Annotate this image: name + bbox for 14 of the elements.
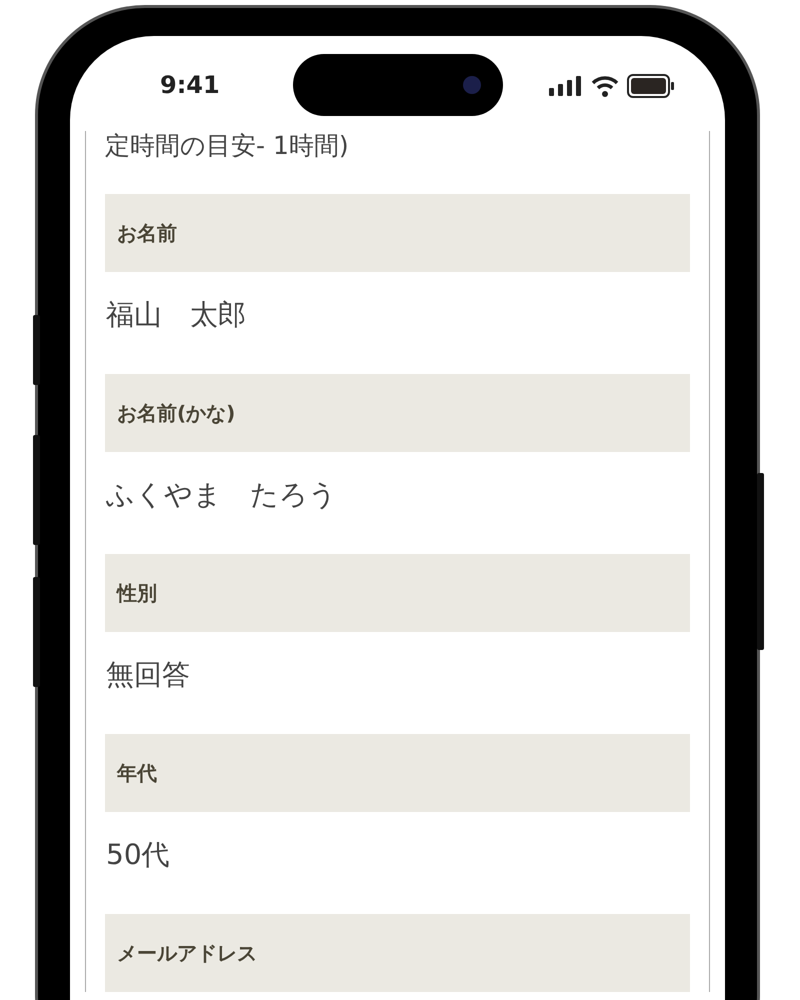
field-label: お名前 — [105, 194, 690, 272]
field-label: メールアドレス — [105, 914, 690, 992]
field-label: 年代 — [105, 734, 690, 812]
field-label: 性別 — [105, 554, 690, 632]
intro-text: 定時間の目安- 1時間) — [105, 131, 350, 162]
field-value: ふくやま たろう — [105, 477, 338, 513]
field-value: 50代 — [105, 837, 171, 873]
battery-icon — [627, 74, 675, 98]
field-label: お名前(かな) — [105, 374, 690, 452]
signal-icon — [549, 76, 583, 96]
wifi-icon — [591, 75, 619, 97]
field-value: 無回答 — [105, 657, 191, 693]
status-time: 9:41 — [160, 71, 220, 99]
field-value: 福山 太郎 — [105, 297, 247, 333]
